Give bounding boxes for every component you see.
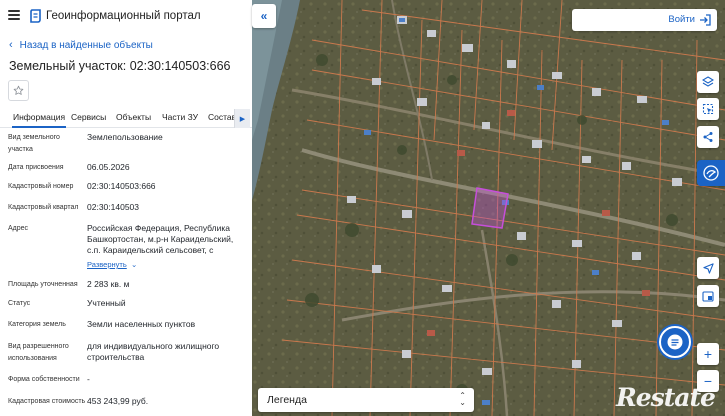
field-value: Землепользование: [87, 132, 163, 142]
caret-right-icon: ▶: [239, 115, 246, 123]
selected-parcel[interactable]: [471, 187, 509, 229]
menu-icon[interactable]: [8, 10, 20, 20]
chat-bubble-icon: [667, 334, 683, 350]
locate-button[interactable]: [697, 257, 719, 279]
field-value: Земли населенных пунктов: [87, 319, 196, 329]
app-window: Геоинформационный портал ‹ Назад в найде…: [0, 0, 725, 416]
tab-scroll-right-button[interactable]: ▶: [234, 109, 250, 128]
expand-link-label: Развернуть: [87, 260, 127, 269]
map-view[interactable]: [252, 0, 725, 416]
tab-services[interactable]: Сервисы: [71, 112, 106, 122]
login-button[interactable]: Войти: [572, 9, 717, 31]
field-label: Категория земель: [8, 321, 66, 328]
layers-button[interactable]: [697, 71, 719, 93]
support-chat-icon: [703, 165, 719, 181]
layers-icon: [702, 76, 714, 87]
tab-info[interactable]: Информация: [11, 112, 67, 128]
minimap-button[interactable]: [697, 285, 719, 307]
share-icon: [703, 132, 713, 142]
info-panel: Геоинформационный портал ‹ Назад в найде…: [0, 0, 252, 416]
double-chevron-left-icon: «: [260, 9, 268, 23]
satellite-map[interactable]: [252, 0, 725, 416]
portal-logo-icon: [30, 9, 41, 23]
chat-button[interactable]: [659, 326, 691, 358]
field-value: 453 243,99 руб.: [87, 396, 149, 406]
minimap-icon: [702, 290, 714, 302]
tab-parts[interactable]: Части ЗУ: [162, 112, 198, 122]
share-button[interactable]: [697, 126, 719, 148]
watermark-logo: Restate: [616, 383, 716, 412]
field-label: Дата присвоения: [8, 164, 64, 171]
field-label: Кадастровая стоимость: [8, 398, 86, 405]
tab-composition[interactable]: Состав: [208, 112, 236, 122]
chevron-down-icon: ⌄: [128, 260, 138, 269]
legend-selector[interactable]: Легенда ⌃ ⌄: [258, 388, 474, 412]
support-button[interactable]: [697, 160, 725, 186]
collapse-panel-button[interactable]: «: [252, 4, 276, 28]
field-value: -: [87, 374, 90, 384]
star-icon: [13, 85, 24, 95]
field-value: 2 283 кв. м: [87, 279, 130, 289]
login-icon: [700, 14, 711, 26]
location-arrow-icon: [702, 262, 714, 274]
plus-icon: +: [703, 346, 713, 362]
chevron-left-icon: ‹: [9, 39, 13, 51]
back-link-label: Назад в найденные объекты: [19, 39, 153, 51]
field-label: Кадастровый квартал: [8, 204, 79, 211]
tab-objects[interactable]: Объекты: [116, 112, 151, 122]
field-label: Площадь уточненная: [8, 281, 78, 288]
select-area-icon: [702, 103, 714, 115]
back-link[interactable]: ‹ Назад в найденные объекты: [9, 39, 153, 51]
field-value: 02:30:140503:666: [87, 181, 156, 191]
up-down-chevron-icon: ⌃ ⌄: [459, 391, 466, 407]
tab-bar: Информация Сервисы Объекты Части ЗУ Сост…: [0, 108, 252, 128]
favorite-button[interactable]: [8, 80, 29, 101]
app-title: Геоинформационный портал: [46, 10, 201, 22]
login-label: Войти: [668, 14, 695, 25]
field-value: для индивидуального жилищного строительс…: [87, 341, 220, 362]
legend-label: Легенда: [267, 394, 307, 406]
page-title: Земельный участок: 02:30:140503:666: [9, 59, 231, 73]
field-label: Кадастровый номер: [8, 183, 74, 190]
field-value: Учтенный: [87, 298, 126, 308]
field-label: Вид разрешенного использования: [8, 343, 69, 362]
field-label: Вид земельного участка: [8, 134, 60, 153]
field-label: Адрес: [8, 225, 29, 232]
field-label: Статус: [8, 300, 31, 307]
field-value: Российская Федерация, Республика Башкорт…: [87, 223, 234, 255]
zoom-in-button[interactable]: +: [697, 343, 719, 365]
expand-address-link[interactable]: Развернуть ⌄: [87, 260, 137, 269]
field-label: Форма собственности: [8, 376, 80, 383]
top-bar: Геоинформационный портал: [0, 0, 252, 32]
field-value: 06.05.2026: [87, 162, 130, 172]
select-area-button[interactable]: [697, 98, 719, 120]
field-value: 02:30:140503: [87, 202, 139, 212]
